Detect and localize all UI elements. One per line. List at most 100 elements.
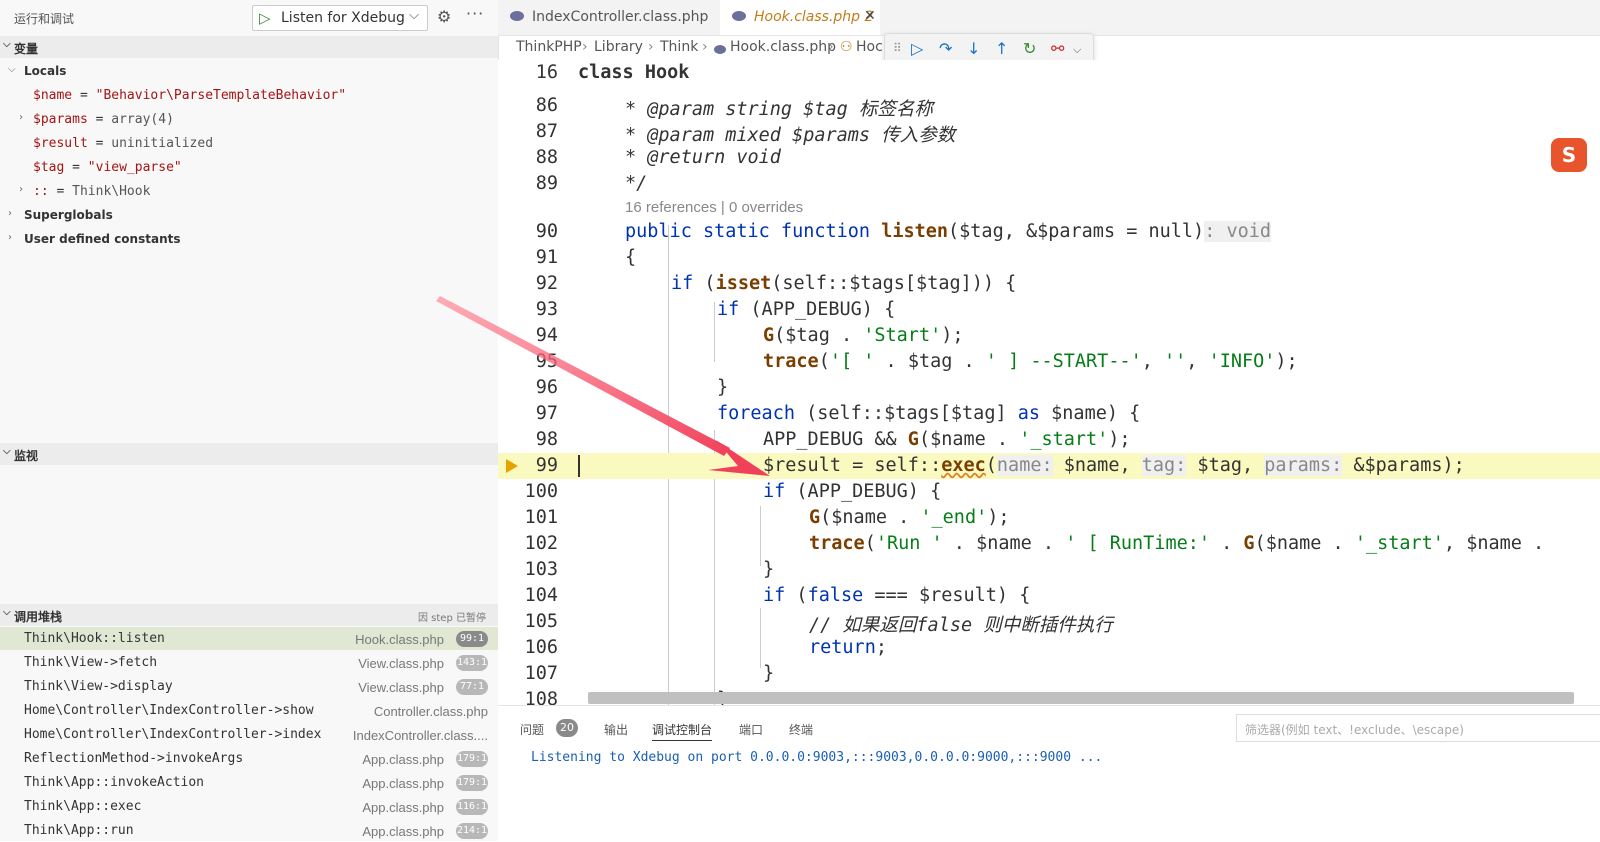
tab-debug-console[interactable]: 调试控制台 [652,721,713,741]
callstack-frame[interactable]: ReflectionMethod->invokeArgs App.class.p… [0,747,498,770]
code-line: 105 // 如果返回false 则中断插件执行 [524,611,1113,636]
debug-sidebar: 运行和调试 ▷ Listen for Xdebug ⌵ ⚙ ··· ⌵ 变量 ⌵… [0,0,499,841]
codelens-references[interactable]: 16 references | 0 overrides [625,199,803,216]
sticky-scroll-line[interactable]: 16 class Hook [498,60,1600,84]
chevron-down-icon: ⌵ [3,446,11,457]
tab-indexcontroller[interactable]: IndexController.class.php [498,0,720,35]
variable-row[interactable]: $result = uninitialized [0,132,498,155]
callstack-frame[interactable]: Home\Controller\IndexController->index I… [0,723,498,746]
run-config-label: Listen for Xdebug [281,10,405,26]
code-line: 97 foreach (self::$tags[$tag] as $name) … [535,403,1141,424]
php-file-icon [732,11,746,21]
code-line: 90 public static function listen($tag, &… [535,221,1272,242]
continue-icon[interactable]: ▷ [911,39,923,58]
code-line: 102 trace('Run ' . $name . ' [ RunTime:'… [524,533,1545,554]
gear-icon[interactable]: ⚙ [437,7,451,26]
disconnect-icon[interactable]: ⚯ [1051,39,1064,58]
locals-label: Locals [24,64,67,78]
debug-sidebar-header: 运行和调试 ▷ Listen for Xdebug ⌵ ⚙ ··· [0,0,498,35]
superglobals-label: Superglobals [24,208,113,222]
callstack-header: 调用堆栈 [14,610,63,624]
code-editor[interactable]: 85 * 监听标签的插件 16 class Hook 86 * @param s… [498,60,1600,705]
bottom-panel: 问题 20 输出 调试控制台 端口 终端 筛选器(例如 text、!exclud… [498,705,1600,842]
chevron-down-icon: ⌵ [8,64,16,75]
step-into-icon[interactable]: ↓ [967,39,980,58]
text-cursor [578,455,580,477]
tab-output[interactable]: 输出 [604,721,628,738]
chevron-down-icon: ⌵ [3,607,11,618]
callstack-frame[interactable]: Think\Hook::listen Hook.class.php 99:1 [0,627,498,650]
step-over-icon[interactable]: ↷ [939,39,952,58]
breadcrumb-item[interactable]: ThinkPHP [516,39,582,55]
locals-group[interactable]: ⌵ Locals [0,60,498,83]
callstack-frame[interactable]: Think\App::run App.class.php 214:1 [0,819,498,842]
breadcrumb-item[interactable]: Hook.class.php [730,39,836,55]
more-icon[interactable]: ··· [466,4,484,23]
horizontal-scrollbar[interactable] [588,692,1574,704]
code-line: 100 if (APP_DEBUG) { [524,481,942,502]
variable-row[interactable]: $tag = "view_parse" [0,156,498,179]
tab-problems[interactable]: 问题 [520,721,544,738]
callstack-frame[interactable]: Home\Controller\IndexController->show Co… [0,699,498,722]
run-config-select[interactable]: ▷ Listen for Xdebug ⌵ [252,5,428,31]
line-badge: 214:1 [456,823,488,839]
callstack-section-header[interactable]: ⌵ 调用堆栈 因 step 已暂停 [0,604,498,626]
code-line: 93 if (APP_DEBUG) { [535,299,896,320]
sidebar-title: 运行和调试 [14,12,75,26]
breadcrumb-item[interactable]: Think [660,39,698,55]
breadcrumb-item[interactable]: Hoc [856,39,883,55]
code-line: 88 * @return void [535,147,781,168]
variable-row[interactable]: › :: = Think\Hook [0,180,498,203]
code-line: 104 if (false === $result) { [524,585,1031,606]
callstack-frame[interactable]: Think\App::exec App.class.php 116:1 [0,795,498,818]
watch-section-header[interactable]: ⌵ 监视 [0,443,498,465]
line-badge: 77:1 [456,679,488,695]
drag-handle-icon[interactable]: ⠿ [893,41,902,55]
callstack-frame[interactable]: Think\View->fetch View.class.php 143:1 [0,651,498,674]
tab-ports[interactable]: 端口 [739,721,763,738]
play-icon[interactable]: ▷ [259,9,271,27]
line-badge: 99:1 [456,631,488,647]
chevron-down-icon[interactable]: ⌵ [1073,43,1081,57]
chevron-right-icon[interactable]: › [18,184,24,195]
php-file-icon [510,11,524,21]
editor-tabs: IndexController.class.php Hook.class.php… [498,0,1600,36]
chevron-down-icon: ⌵ [3,39,11,50]
debug-console-output: Listening to Xdebug on port 0.0.0.0:9003… [531,750,1103,765]
variable-row[interactable]: › $params = array(4) [0,108,498,131]
line-badge: 179:1 [456,751,488,767]
code-line: 96 } [535,377,729,398]
code-line: 101 G($name . '_end'); [524,507,1010,528]
superglobals-group[interactable]: › Superglobals [0,204,498,227]
tab-hook[interactable]: Hook.class.php 2 ✕ [720,0,880,35]
restart-icon[interactable]: ↻ [1023,39,1036,58]
variable-row[interactable]: $name = "Behavior\ParseTemplateBehavior" [0,84,498,107]
chevron-down-icon[interactable]: ⌵ [409,8,419,23]
line-badge: 179:1 [456,775,488,791]
class-icon: ⚇ [840,39,853,55]
code-line: 103 } [524,559,775,580]
breadcrumb-item[interactable]: Library [594,39,643,55]
console-filter-input[interactable]: 筛选器(例如 text、!exclude、\escape) [1236,714,1600,742]
code-line: 107 } [524,663,775,684]
variables-header: 变量 [14,42,39,56]
line-badge: 143:1 [456,655,488,671]
chevron-right-icon: › [8,232,12,243]
tab-terminal[interactable]: 终端 [789,721,813,738]
user-constants-group[interactable]: › User defined constants [0,228,498,251]
step-out-icon[interactable]: ↑ [995,39,1008,58]
problems-count-badge: 20 [556,719,578,737]
chevron-right-icon[interactable]: › [18,112,24,123]
variables-section-header[interactable]: ⌵ 变量 [0,36,498,58]
code-line: 87 * @param mixed $params 传入参数 [535,121,956,146]
watch-header: 监视 [14,449,39,463]
line-badge: 116:1 [456,799,488,815]
close-icon[interactable]: ✕ [864,8,876,24]
callstack-status: 因 step 已暂停 [418,613,486,624]
callstack-frame[interactable]: Think\View->display View.class.php 77:1 [0,675,498,698]
code-line: 86 * @param string $tag 标签名称 [535,95,933,120]
callstack-frame[interactable]: Think\App::invokeAction App.class.php 17… [0,771,498,794]
code-line: 94 G($tag . 'Start'); [535,325,964,346]
code-line: 98 APP_DEBUG && G($name . '_start'); [535,429,1131,450]
ime-icon[interactable]: S [1551,138,1587,172]
